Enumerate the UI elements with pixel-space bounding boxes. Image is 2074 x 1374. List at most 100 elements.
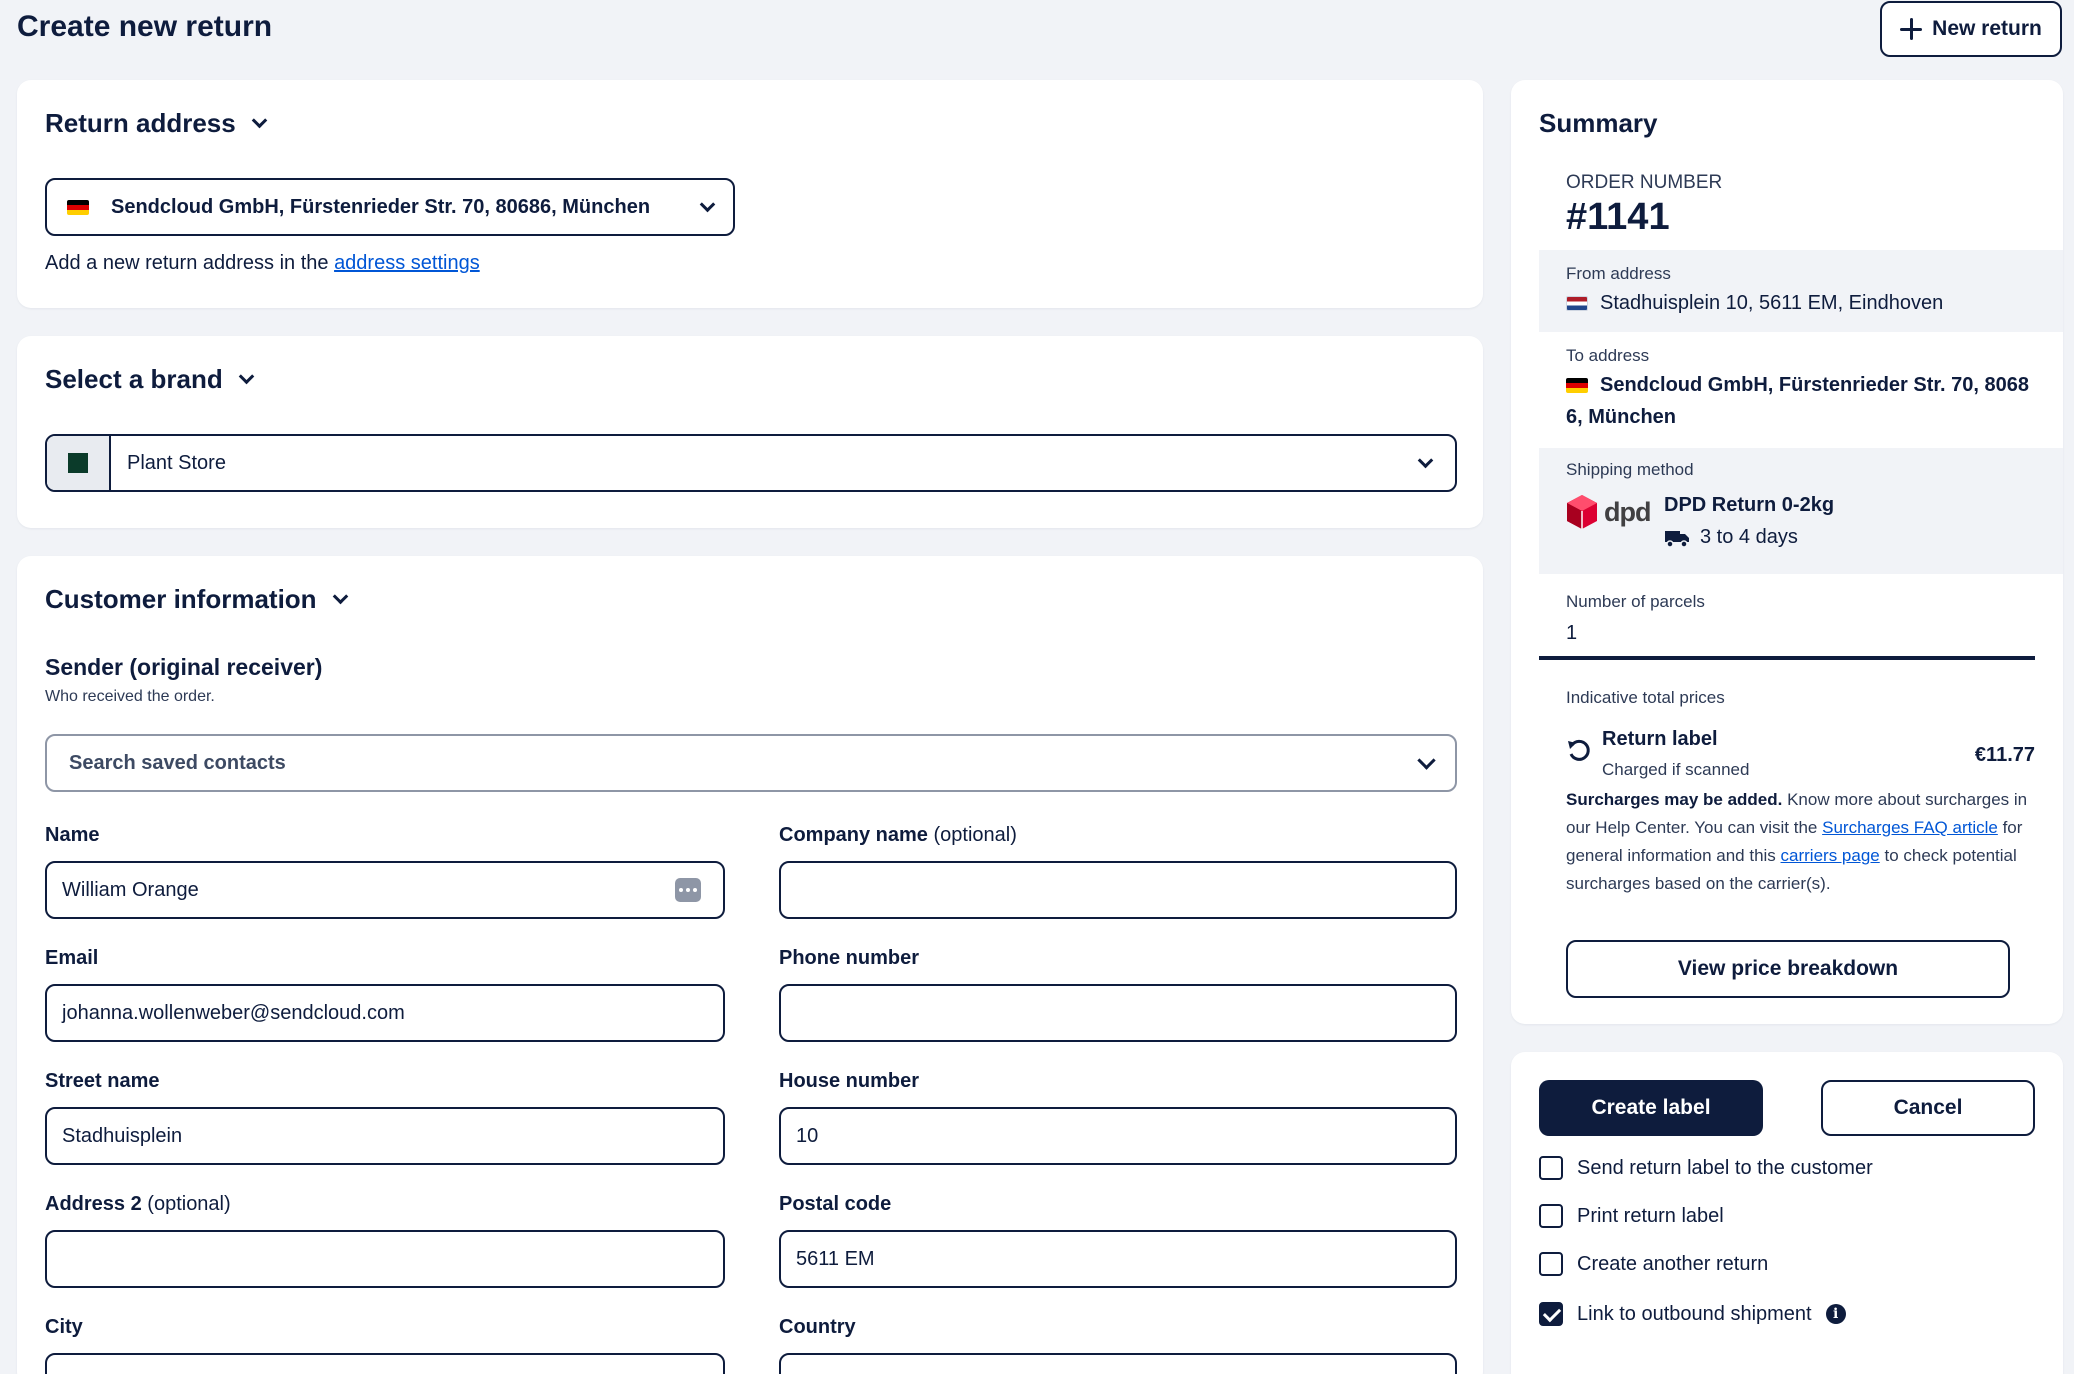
city-input[interactable]	[45, 1353, 725, 1374]
brand-toggle[interactable]: Select a brand	[45, 364, 255, 395]
brand-swatch-icon	[68, 453, 88, 473]
from-address-text: Stadhuisplein 10, 5611 EM, Eindhoven	[1600, 292, 1944, 314]
netherlands-flag-icon	[1566, 296, 1588, 311]
address2-label: Address 2 (optional)	[45, 1193, 231, 1216]
print-label-checkbox[interactable]	[1539, 1204, 1563, 1228]
print-label-text: Print return label	[1577, 1204, 1724, 1227]
return-arrow-icon	[1568, 739, 1590, 761]
create-another-checkbox[interactable]	[1539, 1252, 1563, 1276]
parcels-value: 1	[1566, 622, 1578, 644]
view-price-breakdown-button[interactable]: View price breakdown	[1566, 940, 2010, 998]
send-label-checkbox[interactable]	[1539, 1156, 1563, 1180]
customer-heading: Customer information	[45, 584, 317, 614]
phone-label: Phone number	[779, 947, 920, 969]
email-value: johanna.wollenweber@sendcloud.com	[62, 1001, 405, 1024]
more-options-icon[interactable]	[675, 878, 701, 902]
company-label: Company name (optional)	[779, 824, 1017, 847]
link-outbound-text: Link to outbound shipment	[1577, 1302, 1812, 1325]
return-address-selected: Sendcloud GmbH, Fürstenrieder Str. 70, 8…	[111, 195, 651, 218]
new-return-button[interactable]: New return	[1880, 1, 2062, 57]
create-another-text: Create another return	[1577, 1252, 1769, 1275]
prices-label: Indicative total prices	[1566, 688, 1725, 707]
delivery-truck-icon	[1665, 530, 1689, 548]
brand-heading: Select a brand	[45, 364, 223, 394]
street-input[interactable]: Stadhuisplein	[45, 1107, 725, 1165]
create-label-button[interactable]: Create label	[1539, 1080, 1763, 1136]
return-address-heading: Return address	[45, 108, 236, 138]
germany-flag-icon	[1566, 378, 1588, 393]
company-optional: (optional)	[933, 824, 1017, 846]
shipping-time-text: 3 to 4 days	[1700, 526, 1798, 548]
sender-subtitle: Who received the order.	[45, 688, 215, 705]
return-address-hint: Add a new return address in the address …	[45, 252, 480, 275]
brand-card: Select a brand Plant Store	[17, 336, 1483, 528]
chevron-down-icon	[238, 368, 255, 385]
postal-code-input[interactable]: 5611 EM	[779, 1230, 1457, 1288]
surcharge-bold: Surcharges may be added.	[1566, 790, 1783, 809]
sender-title: Sender (original receiver)	[45, 654, 323, 680]
send-label-text: Send return label to the customer	[1577, 1156, 1873, 1179]
dpd-cube-icon	[1567, 495, 1597, 529]
customer-toggle[interactable]: Customer information	[45, 584, 348, 615]
surcharge-note: Surcharges may be added. Know more about…	[1566, 786, 2036, 898]
country-input[interactable]	[779, 1353, 1457, 1374]
phone-input[interactable]	[779, 984, 1457, 1042]
option-link-outbound[interactable]: Link to outbound shipment i	[1539, 1302, 1846, 1326]
germany-flag-icon	[67, 199, 89, 215]
return-address-card: Return address Sendcloud GmbH, Fürstenri…	[17, 80, 1483, 308]
option-create-another[interactable]: Create another return	[1539, 1252, 1768, 1276]
chevron-down-icon	[699, 196, 716, 212]
return-address-select[interactable]: Sendcloud GmbH, Fürstenrieder Str. 70, 8…	[45, 178, 735, 236]
shipping-method-label: Shipping method	[1566, 460, 1694, 479]
summary-heading: Summary	[1539, 108, 1658, 138]
name-label: Name	[45, 824, 100, 846]
to-address-line1: Sendcloud GmbH, Fürstenrieder Str. 70, 8…	[1600, 374, 2030, 396]
postal-code-value: 5611 EM	[796, 1247, 875, 1270]
brand-select[interactable]: Plant Store	[45, 434, 1457, 492]
return-address-toggle[interactable]: Return address	[45, 108, 268, 139]
return-label-sub: Charged if scanned	[1602, 760, 1750, 779]
name-value: William Orange	[62, 878, 199, 901]
from-address-label: From address	[1566, 264, 1671, 283]
chevron-down-icon	[332, 588, 348, 605]
option-send-label[interactable]: Send return label to the customer	[1539, 1156, 1873, 1180]
surcharges-faq-link[interactable]: Surcharges FAQ article	[1822, 818, 1998, 837]
to-address-line2: 6, München	[1566, 406, 1677, 428]
shipping-time: 3 to 4 days	[1664, 526, 1798, 549]
address2-label-text: Address 2	[45, 1193, 142, 1215]
chevron-down-icon	[251, 112, 268, 129]
from-address-value: Stadhuisplein 10, 5611 EM, Eindhoven	[1566, 292, 1943, 315]
return-label-title: Return label	[1602, 728, 1718, 750]
parcels-label: Number of parcels	[1566, 592, 1705, 611]
street-value: Stadhuisplein	[62, 1124, 183, 1147]
new-return-label: New return	[1932, 17, 2042, 40]
search-contacts-select[interactable]: Search saved contacts	[45, 734, 1457, 792]
brand-selected: Plant Store	[127, 451, 226, 474]
info-icon[interactable]: i	[1825, 1304, 1846, 1324]
house-number-input[interactable]: 10	[779, 1107, 1457, 1165]
customer-card: Customer information Sender (original re…	[17, 556, 1483, 1374]
return-label-price: €11.77	[1974, 744, 2035, 766]
chevron-down-icon	[1417, 452, 1434, 468]
address2-input[interactable]	[45, 1230, 725, 1288]
cancel-button[interactable]: Cancel	[1821, 1080, 2035, 1136]
search-contacts-placeholder: Search saved contacts	[69, 751, 286, 774]
order-number-label: ORDER NUMBER	[1566, 172, 1723, 193]
chevron-down-icon	[1417, 750, 1436, 770]
order-number: #1141	[1566, 196, 1670, 238]
dpd-logo: dpd	[1566, 494, 1651, 530]
summary-divider	[1539, 656, 2035, 660]
option-print-label[interactable]: Print return label	[1539, 1204, 1724, 1228]
name-input[interactable]: William Orange	[45, 861, 725, 919]
plus-icon	[1900, 18, 1923, 40]
brand-swatch-container	[47, 436, 111, 490]
company-label-text: Company name	[779, 824, 928, 846]
email-label: Email	[45, 947, 99, 969]
address-settings-link[interactable]: address settings	[334, 252, 480, 274]
email-input[interactable]: johanna.wollenweber@sendcloud.com	[45, 984, 725, 1042]
company-input[interactable]	[779, 861, 1457, 919]
postal-code-label: Postal code	[779, 1193, 892, 1215]
country-label: Country	[779, 1316, 856, 1338]
carriers-page-link[interactable]: carriers page	[1781, 846, 1880, 865]
link-outbound-checkbox[interactable]	[1539, 1302, 1563, 1326]
